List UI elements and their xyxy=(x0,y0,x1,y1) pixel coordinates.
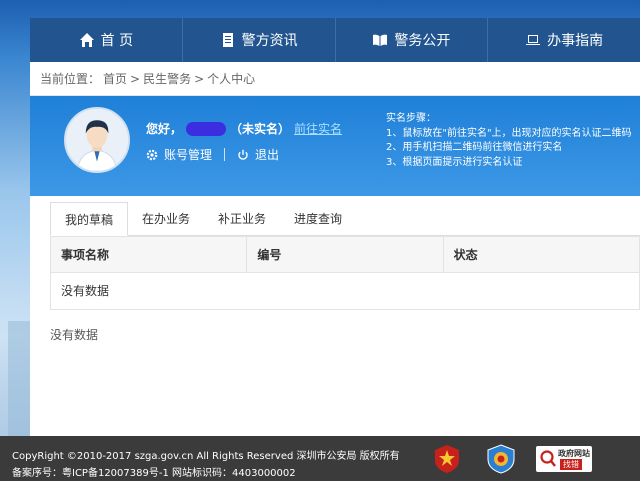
gov-website-badge[interactable]: 政府网站 找错 xyxy=(536,446,592,472)
nav-item-label: 警方资讯 xyxy=(241,33,298,49)
footer-copyright: CopyRight ©2010-2017 szga.gov.cn All Rig… xyxy=(12,451,400,462)
user-avatar-icon xyxy=(66,109,128,171)
content-panel: 当前位置： 首页 > 民生警务 > 个人中心 您好， （未实名） 前往实名 账号管理 退出 xyxy=(30,62,640,436)
gear-icon xyxy=(146,149,158,160)
badge-text: 找错 xyxy=(560,459,582,470)
home-icon xyxy=(79,33,94,47)
book-icon xyxy=(373,34,388,46)
tab-in-progress[interactable]: 在办业务 xyxy=(128,202,204,235)
breadcrumb-home[interactable]: 首页 xyxy=(103,72,127,86)
step-item: 2、用手机扫描二维码前往微信进行实名 xyxy=(386,142,563,153)
nav-item-service-guide[interactable]: 办事指南 xyxy=(488,18,640,62)
nav-item-label: 首 页 xyxy=(100,33,134,49)
logout-link[interactable]: 退出 xyxy=(255,146,279,163)
account-actions: 账号管理 退出 xyxy=(146,146,279,163)
footer-icp: 备案序号：粤ICP备12007389号-1 网站标识码：4403000002 xyxy=(12,468,296,479)
divider xyxy=(224,148,226,161)
table-empty-row: 没有数据 xyxy=(61,284,110,298)
business-tabs: 我的草稿 在办业务 补正业务 进度查询 xyxy=(50,202,640,236)
nav-item-police-news[interactable]: 警方资讯 xyxy=(183,18,336,62)
user-info-banner: 您好， （未实名） 前往实名 账号管理 退出 实名步骤： 1、鼠标放在"前往实名… xyxy=(30,96,640,196)
nav-item-label: 警务公开 xyxy=(394,33,451,49)
account-management-link[interactable]: 账号管理 xyxy=(164,146,212,163)
column-header-status: 状态 xyxy=(453,248,478,262)
power-icon xyxy=(238,149,248,160)
column-header-item-name: 事项名称 xyxy=(51,237,248,272)
tab-correction[interactable]: 补正业务 xyxy=(204,202,280,235)
police-emblem-icon[interactable] xyxy=(434,444,460,474)
nav-item-home[interactable]: 首 页 xyxy=(30,18,183,62)
realname-status: （未实名） xyxy=(230,122,291,136)
drafts-table: 事项名称 编号 状态 没有数据 xyxy=(50,236,640,310)
tab-progress-query[interactable]: 进度查询 xyxy=(280,202,356,235)
footer: CopyRight ©2010-2017 szga.gov.cn All Rig… xyxy=(0,436,640,481)
greeting-line: 您好， （未实名） 前往实名 xyxy=(146,120,342,137)
breadcrumb-livelihood[interactable]: 民生警务 xyxy=(143,72,191,86)
steps-title: 实名步骤： xyxy=(386,113,436,124)
realname-steps: 实名步骤： 1、鼠标放在"前往实名"上，出现对应的实名认证二维码 2、用手机扫描… xyxy=(386,112,632,170)
nav-item-label: 办事指南 xyxy=(547,33,604,49)
empty-message: 没有数据 xyxy=(50,328,99,342)
laptop-icon xyxy=(526,35,541,45)
magnifier-icon xyxy=(540,450,556,467)
greeting-text: 您好， xyxy=(146,122,183,136)
nav-item-police-disclosure[interactable]: 警务公开 xyxy=(336,18,489,62)
main-nav: 首 页 警方资讯 警务公开 办事指南 xyxy=(30,18,640,62)
breadcrumb-separator: > xyxy=(130,72,141,86)
column-header-number: 编号 xyxy=(247,237,444,272)
avatar xyxy=(64,107,130,173)
table-header: 事项名称 编号 状态 xyxy=(51,237,639,273)
step-item: 1、鼠标放在"前往实名"上，出现对应的实名认证二维码 xyxy=(386,127,632,139)
realname-link[interactable]: 前往实名 xyxy=(294,120,342,137)
tab-my-drafts[interactable]: 我的草稿 xyxy=(50,202,129,236)
step-item: 3、根据页面提示进行实名认证 xyxy=(386,156,523,168)
breadcrumb-current: 个人中心 xyxy=(207,72,256,86)
security-shield-icon[interactable] xyxy=(486,444,516,474)
background-building xyxy=(8,321,30,441)
document-icon xyxy=(222,33,233,47)
breadcrumb: 当前位置： 首页 > 民生警务 > 个人中心 xyxy=(30,62,640,96)
badge-top-text: 政府网站 xyxy=(558,449,590,458)
breadcrumb-prefix: 当前位置： xyxy=(40,72,101,86)
breadcrumb-separator: > xyxy=(194,72,205,86)
redacted-username xyxy=(186,121,227,136)
